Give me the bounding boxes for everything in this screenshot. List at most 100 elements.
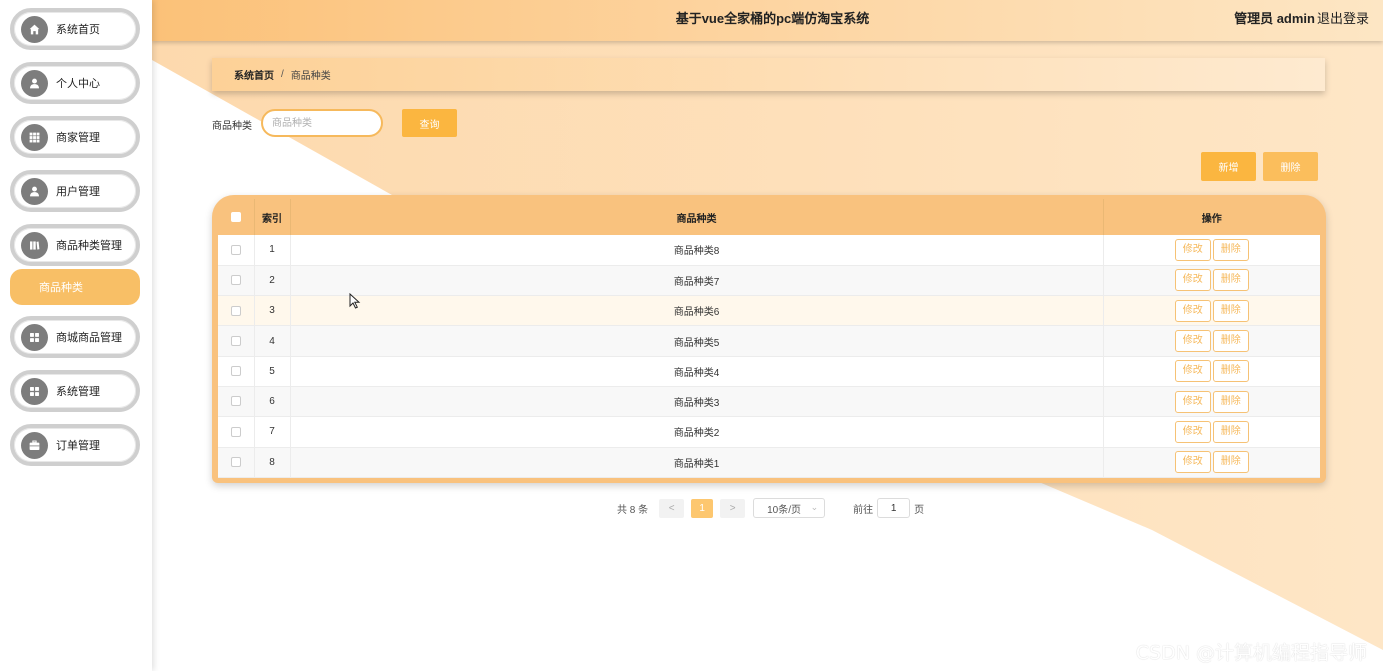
apps-icon xyxy=(21,323,48,351)
sidebar-item-label: 商城商品管理 xyxy=(56,332,122,344)
sidebar-item-orders[interactable]: 订单管理 xyxy=(10,424,140,466)
sidebar-item-users[interactable]: 用户管理 xyxy=(10,170,140,212)
breadcrumb: 系统首页 / 商品种类 xyxy=(212,58,1325,91)
current-user: 管理员 admin xyxy=(1234,11,1315,26)
delete-button[interactable]: 删除 xyxy=(1212,330,1249,353)
logout-link[interactable]: 退出登录 xyxy=(1317,0,1369,38)
row-select-cell[interactable] xyxy=(218,386,255,418)
search-input[interactable] xyxy=(261,109,383,137)
row-index: 3 xyxy=(254,295,291,327)
breadcrumb-separator: / xyxy=(281,69,284,80)
edit-button[interactable]: 修改 xyxy=(1174,269,1211,292)
row-checkbox[interactable] xyxy=(230,396,241,407)
sidebar-subitem-category[interactable]: 商品种类 xyxy=(10,269,140,305)
pagination: 共 8 条 < 1 > 10条/页 ⌄ 前往 页 xyxy=(617,498,924,518)
goto-label: 前往 xyxy=(853,504,874,516)
select-all-checkbox[interactable] xyxy=(230,211,241,222)
edit-button[interactable]: 修改 xyxy=(1174,330,1211,353)
goto-page-input[interactable] xyxy=(877,498,911,518)
page-size-value: 10条/页 xyxy=(767,504,802,516)
next-page-button[interactable]: > xyxy=(720,498,746,518)
page-number-active[interactable]: 1 xyxy=(691,498,714,518)
row-checkbox[interactable] xyxy=(230,335,241,346)
select-all-cell[interactable] xyxy=(218,199,255,235)
app-title: 基于vue全家桶的pc端仿淘宝系统 xyxy=(675,11,870,26)
row-index: 8 xyxy=(254,447,291,478)
row-category: 商品种类8 xyxy=(290,235,1104,266)
data-table-container: 索引 商品种类 操作 1 商品种类8 修改 删除 2 商品种类7 修改 删除 3 商品种类6 修改删… xyxy=(212,195,1326,483)
sidebar-item-label: 系统管理 xyxy=(56,386,100,398)
sidebar-item-label: 个人中心 xyxy=(56,78,100,90)
sidebar-item-profile[interactable]: 个人中心 xyxy=(10,62,140,104)
prev-page-button[interactable]: < xyxy=(659,498,685,518)
row-select-cell[interactable] xyxy=(218,325,255,357)
row-select-cell[interactable] xyxy=(218,416,255,448)
batch-delete-button[interactable]: 删除 xyxy=(1263,152,1318,181)
mouse-cursor-icon xyxy=(349,293,361,309)
grid-icon xyxy=(21,123,48,151)
table-header-row: 索引 商品种类 操作 xyxy=(218,199,1320,235)
watermark: CSDN @计算机编程指导师 xyxy=(1135,642,1367,664)
briefcase-icon xyxy=(21,431,48,459)
row-checkbox[interactable] xyxy=(230,244,241,255)
column-header-index: 索引 xyxy=(254,199,291,235)
row-index: 1 xyxy=(254,235,291,266)
row-category: 商品种类1 xyxy=(290,447,1104,478)
sidebar-item-products[interactable]: 商城商品管理 xyxy=(10,316,140,358)
breadcrumb-home[interactable]: 系统首页 xyxy=(234,67,274,82)
row-actions: 修改 删除 xyxy=(1103,265,1320,297)
delete-button[interactable]: 删除 xyxy=(1212,269,1249,292)
delete-button[interactable]: 删除 xyxy=(1212,299,1249,322)
data-table: 索引 商品种类 操作 1 商品种类8 修改 删除 2 商品种类7 修改 删除 3 商品种类6 修改删… xyxy=(218,199,1320,478)
row-category: 商品种类4 xyxy=(290,356,1104,387)
apps-icon xyxy=(21,377,48,405)
add-button[interactable]: 新增 xyxy=(1201,152,1256,181)
table-row: 2 商品种类7 修改 删除 xyxy=(218,265,1320,297)
row-category: 商品种类2 xyxy=(290,416,1104,448)
sidebar-item-category-management[interactable]: 商品种类管理 xyxy=(10,224,140,266)
row-checkbox[interactable] xyxy=(230,275,241,286)
page-size-select[interactable]: 10条/页 ⌄ xyxy=(753,498,826,518)
row-actions: 修改 删除 xyxy=(1103,235,1320,266)
sidebar-item-home[interactable]: 系统首页 xyxy=(10,8,140,50)
pagination-total: 共 8 条 xyxy=(617,504,649,516)
row-checkbox[interactable] xyxy=(230,426,241,437)
row-select-cell[interactable] xyxy=(218,295,255,327)
row-actions: 修改 删除 xyxy=(1103,416,1320,448)
sidebar-item-merchants[interactable]: 商家管理 xyxy=(10,116,140,158)
edit-button[interactable]: 修改 xyxy=(1174,420,1211,443)
sidebar-item-label: 订单管理 xyxy=(56,440,100,452)
edit-button[interactable]: 修改 xyxy=(1174,390,1211,413)
row-select-cell[interactable] xyxy=(218,235,255,266)
delete-button[interactable]: 删除 xyxy=(1212,360,1249,383)
row-actions: 修改 删除 xyxy=(1103,447,1320,478)
delete-button[interactable]: 删除 xyxy=(1212,420,1249,443)
row-actions: 修改 删除 xyxy=(1103,356,1320,387)
row-checkbox[interactable] xyxy=(230,366,241,377)
edit-button[interactable]: 修改 xyxy=(1174,299,1211,322)
query-button[interactable]: 查询 xyxy=(402,109,457,137)
edit-button[interactable]: 修改 xyxy=(1174,360,1211,383)
row-select-cell[interactable] xyxy=(218,265,255,297)
edit-button[interactable]: 修改 xyxy=(1174,451,1211,474)
row-index: 6 xyxy=(254,386,291,418)
row-actions: 修改 删除 xyxy=(1103,325,1320,357)
breadcrumb-current: 商品种类 xyxy=(290,71,331,82)
sidebar-item-label: 商品种类管理 xyxy=(56,240,122,252)
top-header: 基于vue全家桶的pc端仿淘宝系统 管理员 admin 退出登录 xyxy=(152,0,1383,41)
sidebar-item-label: 系统首页 xyxy=(56,24,100,36)
row-category: 商品种类5 xyxy=(290,325,1104,357)
row-checkbox[interactable] xyxy=(230,457,241,468)
delete-button[interactable]: 删除 xyxy=(1212,451,1249,474)
table-row: 4 商品种类5 修改 删除 xyxy=(218,325,1320,357)
delete-button[interactable]: 删除 xyxy=(1212,238,1249,261)
edit-button[interactable]: 修改 xyxy=(1174,238,1211,261)
row-category: 商品种类3 xyxy=(290,386,1104,418)
row-checkbox[interactable] xyxy=(230,305,241,316)
sidebar-item-system[interactable]: 系统管理 xyxy=(10,370,140,412)
delete-button[interactable]: 删除 xyxy=(1212,390,1249,413)
user-icon xyxy=(21,177,48,205)
table-row: 1 商品种类8 修改 删除 xyxy=(218,235,1320,266)
row-select-cell[interactable] xyxy=(218,447,255,478)
row-select-cell[interactable] xyxy=(218,356,255,387)
